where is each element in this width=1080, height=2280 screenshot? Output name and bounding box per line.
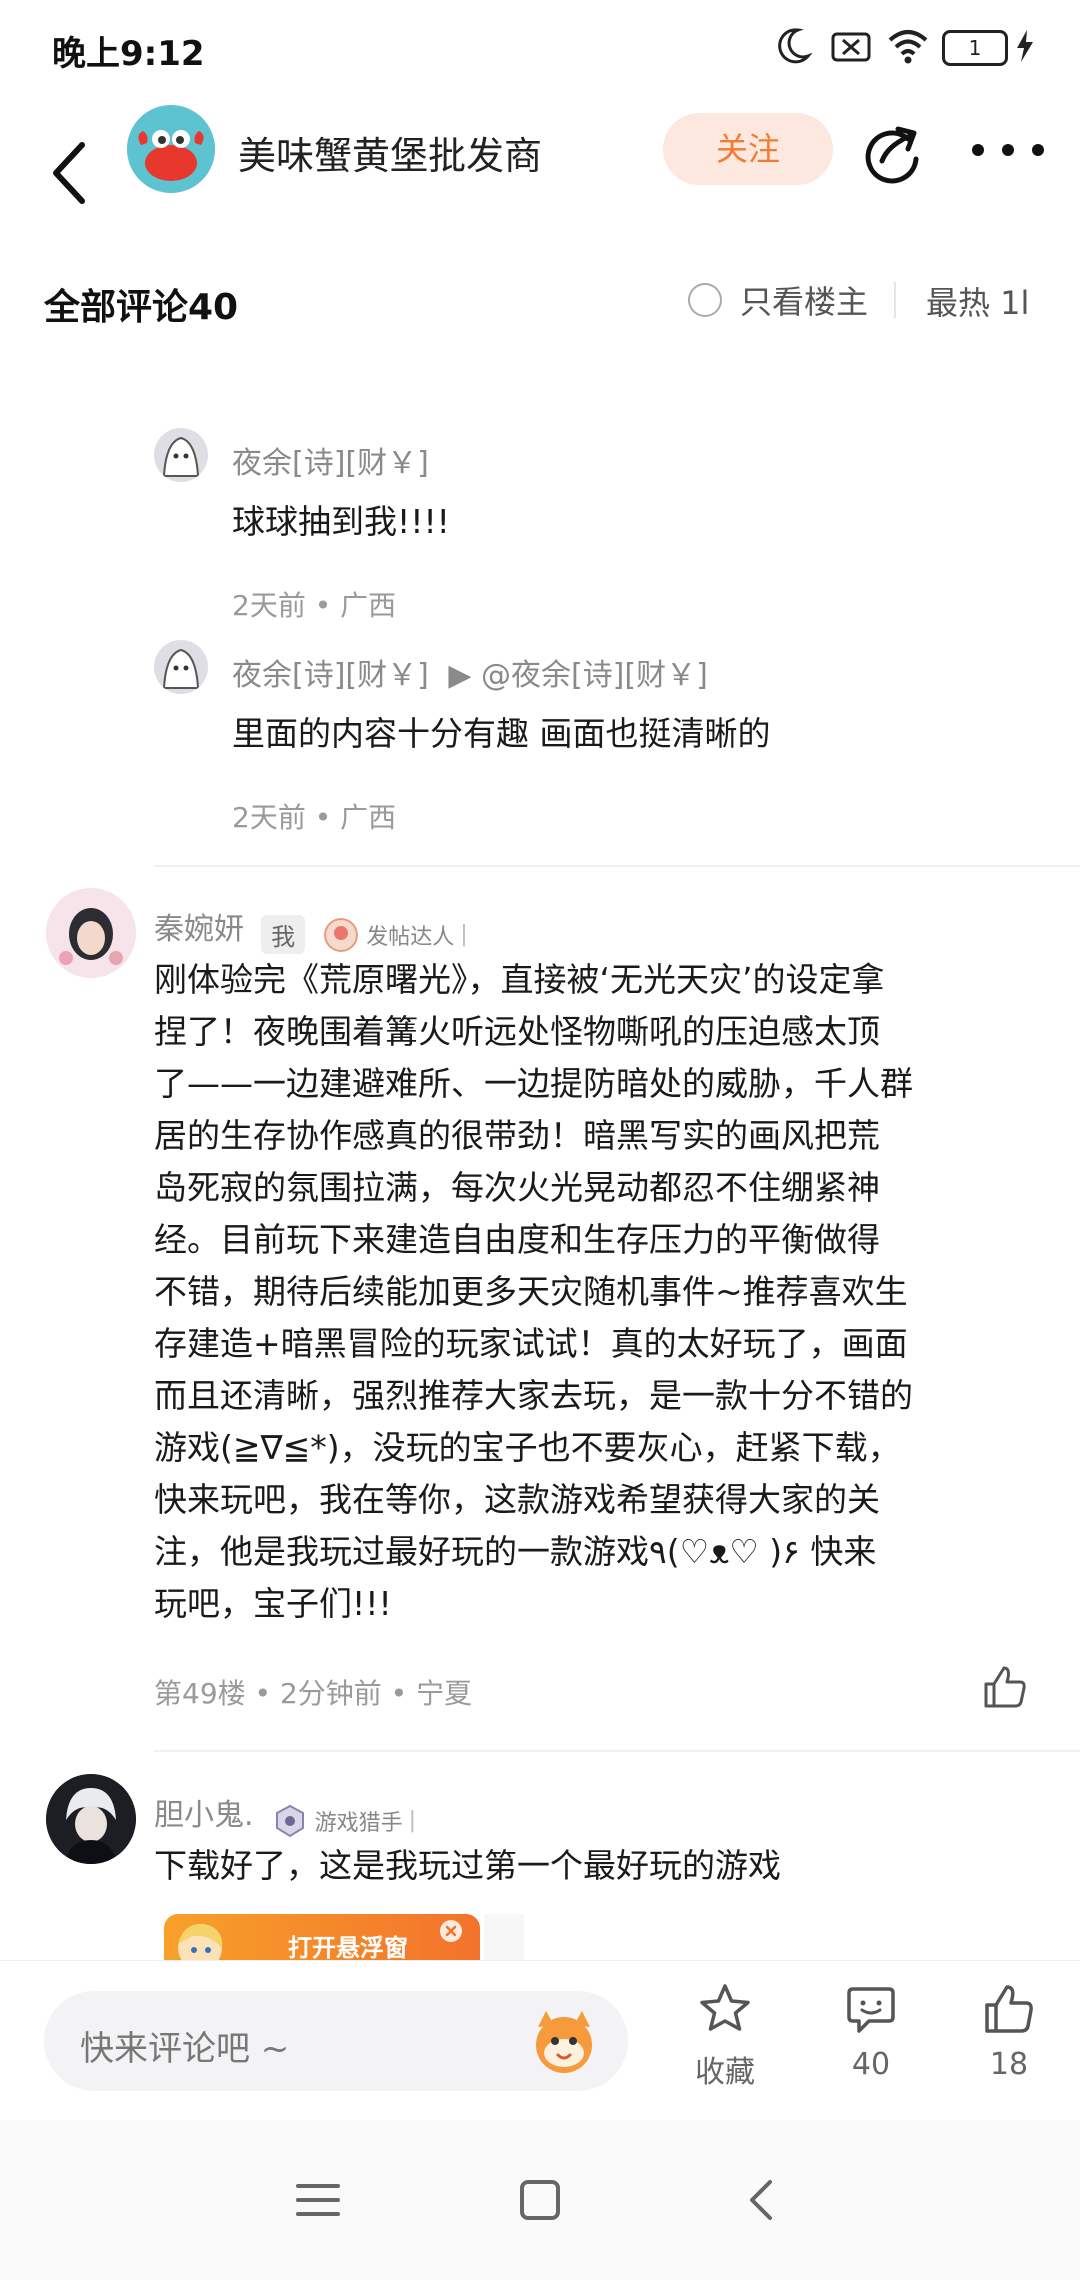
user-badge[interactable]: 发帖达人 | [324,917,468,952]
divider [894,282,896,318]
comment-text-line: 不错，期待后续能加更多天灾随机事件~推荐喜欢生 [154,1272,908,1311]
float-window-label: 打开悬浮窗 [288,1934,408,1960]
post-header: 美味蟹黄堡批发商 关注 [0,95,1080,245]
badge-chevron: | [408,1808,417,1833]
comment-text-line: 游戏(≧∇≦*)，没玩的宝子也不要灰心，赶紧下载， [154,1428,901,1467]
crab-avatar-icon [127,105,215,193]
divider [154,1750,1080,1752]
share-icon[interactable] [858,117,928,187]
comment-text-line: 快来玩吧，我在等你，这款游戏希望获得大家的关 [154,1480,880,1519]
like-button[interactable]: 18 [954,1981,1064,2082]
comment-author-line: 秦婉妍 我 发帖达人 | [154,904,468,954]
comment-text-line: 了——一边建避难所、一边提防暗处的威胁，千人群 [154,1064,913,1103]
comment-meta: 第49楼 • 2分钟前 • 宁夏 [154,1677,473,1710]
comment-item: 秦婉妍 我 发帖达人 | 刚体验完《荒原曙光》，直接被‘无光天灾’的设定拿 捏了… [40,888,1040,1728]
charging-icon [1017,30,1033,62]
comment-text-line: 捏了！夜晚围着篝火听远处怪物嘶吼的压迫感太顶 [154,1012,880,1051]
comment-input-placeholder: 快来评论吧 ~ [80,2029,290,2069]
me-tag: 我 [261,915,306,954]
cartoon-girl-icon [178,1923,223,1960]
battery-level: 1 [968,36,982,60]
comment-item: 胆小鬼. 游戏猎手 | 下载好了，这是我玩过第一个最好玩的游戏 打开悬浮窗 [40,1774,1040,1960]
star-icon [700,1984,750,2031]
close-icon[interactable] [438,1918,464,1944]
reply-text: 里面的内容十分有趣 画面也挺清晰的 [232,714,771,753]
back-nav-icon[interactable] [732,2170,792,2230]
sort-selector[interactable]: 最热 1l [926,278,1029,324]
badge-icon [324,917,359,952]
comment-author[interactable]: 胆小鬼. [154,1798,254,1833]
favorite-label: 收藏 [695,2055,755,2090]
comment-text-line: 经。目前玩下来建造自由度和生存压力的平衡做得 [154,1220,880,1259]
post-author-name[interactable]: 美味蟹黄堡批发商 [238,125,542,180]
sim-off-icon [831,32,871,62]
reply-author[interactable]: 夜余[诗][财￥] [232,438,429,482]
like-count: 18 [989,2047,1029,2082]
badge-label: 游戏猎手 [314,1810,403,1836]
reply-meta: 2天前 • 广西 [232,801,397,834]
comment-text-line: 玩吧，宝子们!!! [154,1584,392,1623]
all-comments-title: 全部评论40 [44,287,239,328]
system-nav-bar [0,2120,1080,2280]
comment-text-line: 而且还清晰，强烈推荐大家去玩，是一款十分不错的 [154,1376,913,1415]
comment-icon [847,1987,895,2033]
comment-text: 刚体验完《荒原曙光》，直接被‘无光天灾’的设定拿 捏了！夜晚围着篝火听远处怪物嘶… [154,954,1034,1630]
comment-action-bar: 快来评论吧 ~ 收藏 40 18 [0,1960,1080,2121]
comments-button[interactable]: 40 [816,1981,926,2082]
reply-author[interactable]: 夜余[诗][财￥] [232,658,429,693]
reply-meta: 2天前 • 广西 [232,589,397,622]
only-owner-label: 只看楼主 [740,283,869,321]
badge-icon [275,1804,304,1837]
divider [154,865,1080,867]
comments-header: 全部评论40 只看楼主 最热 1l [0,260,1080,340]
comment-text-line: 刚体验完《荒原曙光》，直接被‘无光天灾’的设定拿 [154,960,885,999]
comment-text-line: 存建造+暗黑冒险的玩家试试！真的太好玩了，画面 [154,1324,908,1363]
reply-author-line: 夜余[诗][财￥] ▶ @夜余[诗][财￥] [232,650,708,694]
battery-icon: 1 [942,30,1008,66]
status-bar: 晚上9:12 1 [0,0,1080,95]
badge-chevron: | [460,922,468,947]
thumbs-up-icon [985,1985,1033,2033]
comment-text: 下载好了，这是我玩过第一个最好玩的游戏 [154,1846,781,1885]
girl-avatar-icon [46,888,136,978]
follow-button[interactable]: 关注 [663,113,833,185]
user-badge[interactable]: 游戏猎手 | [273,1804,416,1838]
more-icon[interactable] [968,135,1048,165]
avatar[interactable] [46,888,136,978]
comment-text-line: 注，他是我玩过最好玩的一款游戏٩(♡ᴥ♡ )۶ 快来 [154,1532,877,1571]
comment-text-line: 岛死寂的氛围拉满，每次火光晃动都忍不住绷紧神 [154,1168,880,1207]
moon-icon [778,28,812,64]
image-edge [484,1914,524,1960]
back-icon[interactable] [44,123,104,223]
comment-text-line: 居的生存协作感真的很带劲！暗黑写实的画风把荒 [154,1116,880,1155]
comment-input[interactable]: 快来评论吧 ~ [44,1991,628,2091]
comment-author-line: 胆小鬼. 游戏猎手 | [154,1790,416,1838]
only-owner-toggle[interactable]: 只看楼主 [688,278,868,322]
favorite-button[interactable]: 收藏 [670,1981,780,2091]
avatar[interactable] [154,428,208,482]
comment-count: 40 [851,2047,891,2082]
wifi-icon [888,30,928,64]
badge-label: 发帖达人 [366,924,455,950]
avatar[interactable] [154,640,208,694]
reply-text: 球球抽到我!!!! [232,502,450,541]
avatar[interactable] [46,1774,136,1864]
radio-icon [688,283,722,317]
author-avatar[interactable] [127,105,215,193]
status-time: 晚上9:12 [52,34,205,74]
reply-to-target[interactable]: ▶ @夜余[诗][财￥] [448,658,707,693]
anime-avatar-icon [154,640,208,694]
anime-avatar-icon [154,428,208,482]
mascot-icon[interactable] [524,2001,604,2081]
boy-avatar-icon [46,1774,136,1864]
home-icon[interactable] [510,2170,570,2230]
comment-image[interactable]: 打开悬浮窗 [164,1914,480,1960]
comment-author[interactable]: 秦婉妍 [154,912,244,947]
menu-icon[interactable] [288,2170,348,2230]
like-icon[interactable] [980,1662,1030,1712]
